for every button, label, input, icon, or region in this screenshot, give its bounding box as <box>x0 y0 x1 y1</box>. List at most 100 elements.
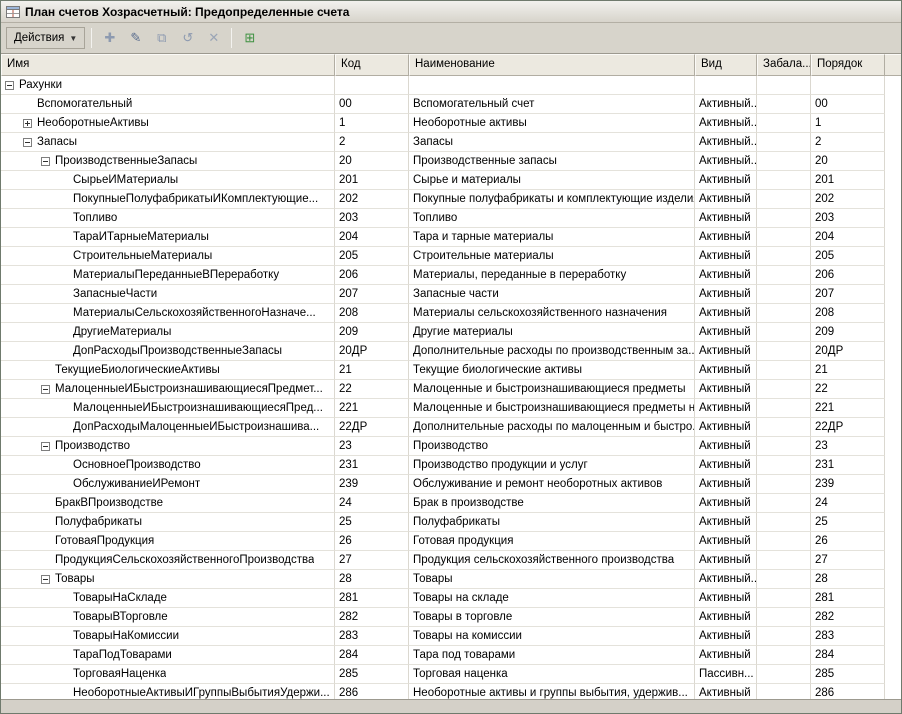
account-fullname-cell[interactable]: Малоценные и быстроизнашивающиеся предме… <box>409 380 695 399</box>
account-order-cell[interactable]: 27 <box>811 551 885 570</box>
table-row[interactable]: Полуфабрикаты 25 Полуфабрикаты Активный … <box>1 513 901 532</box>
account-fullname-cell[interactable]: Сырье и материалы <box>409 171 695 190</box>
account-kind-cell[interactable]: Активный <box>695 323 757 342</box>
account-offbalance-cell[interactable] <box>757 532 811 551</box>
account-offbalance-cell[interactable] <box>757 418 811 437</box>
tree-expander-icon[interactable] <box>5 80 14 90</box>
account-code-cell[interactable]: 205 <box>335 247 409 266</box>
table-row[interactable]: МатериалыСельскохозяйственногоНазначе...… <box>1 304 901 323</box>
account-name-cell[interactable]: СтроительныеМатериалы <box>1 247 335 266</box>
account-name-cell[interactable]: ДопРасходыМалоценныеИБыстроизнашива... <box>1 418 335 437</box>
table-row[interactable]: БракВПроизводстве 24 Брак в производстве… <box>1 494 901 513</box>
tree-expander-icon[interactable] <box>41 156 50 166</box>
account-kind-cell[interactable]: Активный <box>695 171 757 190</box>
account-kind-cell[interactable]: Активный... <box>695 114 757 133</box>
account-offbalance-cell[interactable] <box>757 399 811 418</box>
account-code-cell[interactable]: 231 <box>335 456 409 475</box>
account-code-cell[interactable]: 239 <box>335 475 409 494</box>
account-order-cell[interactable]: 20 <box>811 152 885 171</box>
table-row[interactable]: Вспомогательный 00 Вспомогательный счет … <box>1 95 901 114</box>
account-fullname-cell[interactable]: Вспомогательный счет <box>409 95 695 114</box>
account-code-cell[interactable]: 206 <box>335 266 409 285</box>
account-code-cell[interactable]: 22ДР <box>335 418 409 437</box>
table-row[interactable]: ТоварыНаСкладе 281 Товары на складе Акти… <box>1 589 901 608</box>
account-order-cell[interactable]: 25 <box>811 513 885 532</box>
account-fullname-cell[interactable]: Топливо <box>409 209 695 228</box>
account-fullname-cell[interactable]: Товары на складе <box>409 589 695 608</box>
account-code-cell[interactable]: 208 <box>335 304 409 323</box>
tree-expander-icon[interactable] <box>41 441 50 451</box>
table-row[interactable]: ТекущиеБиологическиеАктивы 21 Текущие би… <box>1 361 901 380</box>
account-order-cell[interactable]: 204 <box>811 228 885 247</box>
table-row[interactable]: ГотоваяПродукция 26 Готовая продукция Ак… <box>1 532 901 551</box>
account-offbalance-cell[interactable] <box>757 456 811 475</box>
account-code-cell[interactable]: 21 <box>335 361 409 380</box>
account-order-cell[interactable]: 283 <box>811 627 885 646</box>
account-offbalance-cell[interactable] <box>757 608 811 627</box>
account-name-cell[interactable]: ТараПодТоварами <box>1 646 335 665</box>
account-name-cell[interactable]: ДопРасходыПроизводственныеЗапасы <box>1 342 335 361</box>
tree-expander-icon[interactable] <box>23 137 32 147</box>
account-offbalance-cell[interactable] <box>757 665 811 684</box>
account-order-cell[interactable]: 284 <box>811 646 885 665</box>
account-name-cell[interactable]: Производство <box>1 437 335 456</box>
account-order-cell[interactable]: 286 <box>811 684 885 699</box>
account-fullname-cell[interactable]: Текущие биологические активы <box>409 361 695 380</box>
account-order-cell[interactable]: 22 <box>811 380 885 399</box>
account-code-cell[interactable]: 209 <box>335 323 409 342</box>
account-fullname-cell[interactable]: Покупные полуфабрикаты и комплектующие и… <box>409 190 695 209</box>
account-name-cell[interactable]: Товары <box>1 570 335 589</box>
account-name-cell[interactable]: Топливо <box>1 209 335 228</box>
account-fullname-cell[interactable]: Материалы, переданные в переработку <box>409 266 695 285</box>
account-kind-cell[interactable]: Активный <box>695 228 757 247</box>
account-fullname-cell[interactable]: Товары на комиссии <box>409 627 695 646</box>
table-row[interactable]: Товары 28 Товары Активный... 28 <box>1 570 901 589</box>
account-fullname-cell[interactable]: Производство продукции и услуг <box>409 456 695 475</box>
account-code-cell[interactable]: 281 <box>335 589 409 608</box>
account-offbalance-cell[interactable] <box>757 285 811 304</box>
copy-button[interactable]: ⧉ <box>150 27 173 49</box>
column-header-name[interactable]: Имя <box>1 54 335 76</box>
account-code-cell[interactable]: 2 <box>335 133 409 152</box>
account-order-cell[interactable]: 23 <box>811 437 885 456</box>
account-fullname-cell[interactable]: Запасы <box>409 133 695 152</box>
account-kind-cell[interactable]: Активный <box>695 209 757 228</box>
bottom-scroll-area[interactable] <box>1 699 901 713</box>
account-code-cell[interactable]: 1 <box>335 114 409 133</box>
account-kind-cell[interactable]: Активный <box>695 304 757 323</box>
account-name-cell[interactable]: ТекущиеБиологическиеАктивы <box>1 361 335 380</box>
edit-button[interactable]: ✎ <box>124 27 147 49</box>
account-offbalance-cell[interactable] <box>757 228 811 247</box>
account-kind-cell[interactable]: Активный... <box>695 95 757 114</box>
account-fullname-cell[interactable]: Товары в торговле <box>409 608 695 627</box>
account-code-cell[interactable]: 203 <box>335 209 409 228</box>
table-row[interactable]: Производство 23 Производство Активный 23 <box>1 437 901 456</box>
account-name-cell[interactable]: ОсновноеПроизводство <box>1 456 335 475</box>
account-offbalance-cell[interactable] <box>757 190 811 209</box>
account-offbalance-cell[interactable] <box>757 361 811 380</box>
account-offbalance-cell[interactable] <box>757 589 811 608</box>
account-order-cell[interactable]: 239 <box>811 475 885 494</box>
account-fullname-cell[interactable]: Полуфабрикаты <box>409 513 695 532</box>
account-fullname-cell[interactable]: Другие материалы <box>409 323 695 342</box>
account-order-cell[interactable]: 207 <box>811 285 885 304</box>
account-offbalance-cell[interactable] <box>757 171 811 190</box>
account-offbalance-cell[interactable] <box>757 114 811 133</box>
account-offbalance-cell[interactable] <box>757 152 811 171</box>
account-kind-cell[interactable]: Активный <box>695 684 757 699</box>
column-header-kind[interactable]: Вид <box>695 54 757 76</box>
table-row[interactable]: СырьеИМатериалы 201 Сырье и материалы Ак… <box>1 171 901 190</box>
account-fullname-cell[interactable]: Тара и тарные материалы <box>409 228 695 247</box>
account-order-cell[interactable]: 221 <box>811 399 885 418</box>
account-offbalance-cell[interactable] <box>757 513 811 532</box>
account-name-cell[interactable]: ТоварыНаКомиссии <box>1 627 335 646</box>
account-offbalance-cell[interactable] <box>757 627 811 646</box>
account-fullname-cell[interactable]: Готовая продукция <box>409 532 695 551</box>
delete-button[interactable]: ✕ <box>202 27 225 49</box>
account-order-cell[interactable]: 00 <box>811 95 885 114</box>
add-group-button[interactable]: ⊞ <box>238 27 261 49</box>
account-name-cell[interactable]: ТараИТарныеМатериалы <box>1 228 335 247</box>
account-kind-cell[interactable]: Активный <box>695 494 757 513</box>
account-offbalance-cell[interactable] <box>757 551 811 570</box>
account-kind-cell[interactable]: Активный <box>695 456 757 475</box>
